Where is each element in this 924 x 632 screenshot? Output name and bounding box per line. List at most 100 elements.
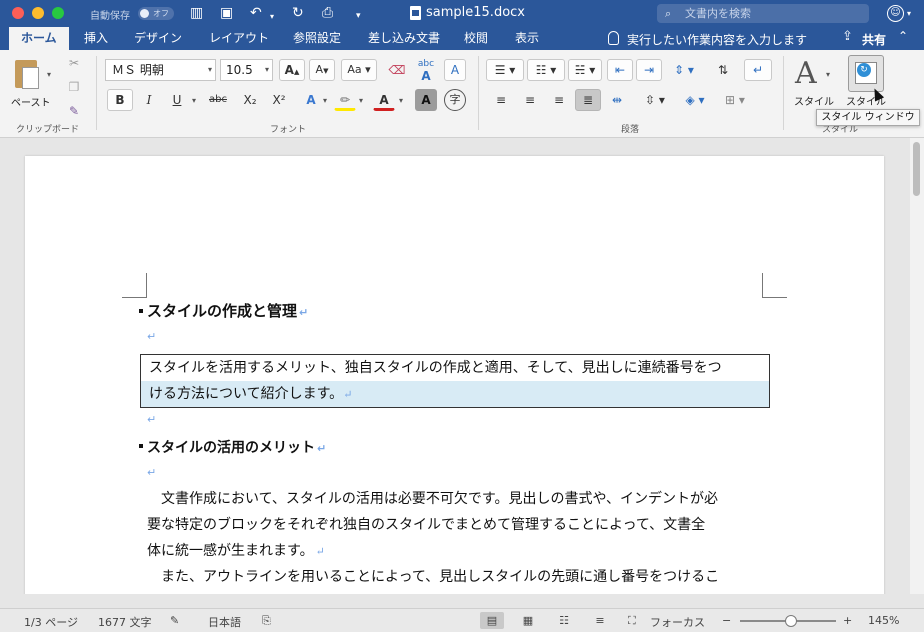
zoom-window-button[interactable] — [52, 7, 64, 19]
styles-button-label[interactable]: スタイル — [794, 93, 834, 108]
language-indicator[interactable]: 日本語 — [208, 614, 241, 630]
subscript-button[interactable]: X₂ — [237, 89, 263, 111]
save-icon[interactable]: ▣ — [220, 5, 233, 21]
underline-dropdown-icon[interactable]: ▾ — [192, 96, 196, 105]
selected-paragraph[interactable]: スタイルを活用するメリット、独自スタイルの作成と適用、そして、見出しに連続番号を… — [140, 354, 770, 408]
font-size-dropdown[interactable]: 10.5 ▾ — [220, 59, 273, 81]
strikethrough-button[interactable]: abc — [203, 89, 233, 111]
focus-mode-button[interactable]: フォーカス — [650, 614, 705, 630]
borders-icon[interactable]: ⊞ ▾ — [717, 89, 753, 111]
numbering-icon[interactable]: ☷ ▾ — [527, 59, 565, 81]
character-shading-icon[interactable]: A — [415, 89, 437, 111]
page-count[interactable]: 1/3 ページ — [24, 614, 78, 630]
text-effects-icon[interactable]: A — [300, 89, 322, 111]
align-left-icon[interactable]: ≡ — [488, 89, 514, 111]
tab-references[interactable]: 参照設定 — [293, 31, 341, 46]
tab-layout[interactable]: レイアウト — [209, 31, 269, 46]
feedback-smiley-icon[interactable]: ☺ — [887, 5, 904, 22]
align-right-icon[interactable]: ≡ — [546, 89, 572, 111]
paste-button-label[interactable]: ペースト — [11, 94, 51, 109]
grow-font-button[interactable]: A▲ — [279, 59, 305, 81]
align-center-icon[interactable]: ≡ — [517, 89, 543, 111]
document-page[interactable]: スタイルの作成と管理 ↵ ↵ スタイルを活用するメリット、独自スタイルの作成と適用… — [25, 156, 884, 594]
enclose-characters-button[interactable]: 字 — [444, 89, 466, 111]
print-layout-icon[interactable]: ▤ — [480, 612, 504, 629]
phonetic-guide-button[interactable]: abc A — [413, 57, 439, 82]
clear-formatting-icon[interactable]: ⌫ — [384, 59, 410, 81]
underline-button[interactable]: U — [165, 89, 189, 111]
minimize-window-button[interactable] — [32, 7, 44, 19]
character-border-button[interactable]: A — [444, 59, 466, 81]
search-input[interactable]: ⌕ 文書内を検索 — [657, 4, 869, 23]
copy-icon[interactable]: ❐ — [64, 76, 84, 98]
tab-home[interactable]: ホーム — [9, 27, 69, 50]
print-icon[interactable]: ⎙ — [322, 5, 333, 21]
scrollbar-thumb[interactable] — [913, 142, 920, 196]
tab-design[interactable]: デザイン — [134, 31, 182, 46]
tell-me-input[interactable]: 実行したい作業内容を入力します — [627, 31, 807, 48]
multilevel-list-icon[interactable]: ☵ ▾ — [568, 59, 602, 81]
bold-button[interactable]: B — [107, 89, 133, 111]
increase-indent-icon[interactable]: ⇥ — [636, 59, 662, 81]
highlight-dropdown-icon[interactable]: ▾ — [359, 96, 363, 105]
undo-dropdown-icon[interactable]: ▾ — [270, 9, 274, 25]
heading-2[interactable]: スタイルの活用のメリット ↵ — [147, 437, 326, 457]
font-color-icon[interactable]: A — [373, 89, 395, 111]
share-icon[interactable]: ⇪ — [842, 29, 853, 44]
proofing-icon[interactable]: ✎ — [170, 614, 179, 627]
styles-gallery-icon[interactable]: A — [795, 56, 817, 91]
outline-view-icon[interactable]: ☷ — [552, 612, 576, 629]
justify-icon[interactable]: ≣ — [575, 89, 601, 111]
change-case-button[interactable]: Aa ▾ — [341, 59, 377, 81]
zoom-level[interactable]: 145% — [868, 614, 899, 627]
superscript-button[interactable]: X² — [266, 89, 292, 111]
paste-sheet-icon[interactable] — [22, 67, 39, 89]
show-formatting-marks-icon[interactable]: ↵ — [744, 59, 772, 81]
styles-dropdown-icon[interactable]: ▾ — [826, 70, 830, 79]
tab-mailings[interactable]: 差し込み文書 — [368, 31, 440, 46]
distributed-icon[interactable]: ⇹ — [604, 89, 630, 111]
decrease-indent-icon[interactable]: ⇤ — [607, 59, 633, 81]
font-name-dropdown[interactable]: ＭＳ 明朝 ▾ — [105, 59, 216, 81]
italic-button[interactable]: I — [136, 89, 162, 111]
paste-dropdown-icon[interactable]: ▾ — [47, 70, 51, 79]
body-line[interactable]: また、アウトラインを用いることによって、見出しスタイルの先頭に通し番号をつけるこ — [147, 567, 772, 587]
word-count[interactable]: 1677 文字 — [98, 614, 152, 630]
font-color-dropdown-icon[interactable]: ▾ — [399, 96, 403, 105]
redo-icon[interactable]: ↻ — [292, 5, 304, 21]
line-spacing-icon[interactable]: ⇳ ▾ — [638, 89, 672, 111]
tab-insert[interactable]: 挿入 — [84, 31, 108, 46]
body-line[interactable]: 文書作成において、スタイルの活用は必要不可欠です。見出しの書式や、インデントが必 — [147, 489, 772, 509]
zoom-slider-handle[interactable] — [785, 615, 797, 627]
body-line[interactable]: 体に統一感が生まれます。 ↵ — [147, 541, 772, 562]
track-changes-icon[interactable]: ⎘ — [262, 614, 271, 628]
close-window-button[interactable] — [12, 7, 24, 19]
focus-icon[interactable]: ⛶ — [628, 614, 636, 628]
shading-icon[interactable]: ◈ ▾ — [678, 89, 712, 111]
web-layout-icon[interactable]: ▦ — [516, 612, 540, 629]
customize-toolbar-icon[interactable]: ▾ — [356, 8, 361, 24]
draft-view-icon[interactable]: ≡ — [588, 612, 612, 629]
zoom-in-button[interactable]: + — [843, 614, 852, 627]
share-button[interactable]: 共有 — [862, 31, 886, 48]
tab-view[interactable]: 表示 — [515, 31, 539, 46]
bullets-icon[interactable]: ☰ ▾ — [486, 59, 524, 81]
vertical-scrollbar[interactable] — [910, 138, 924, 594]
zoom-out-button[interactable]: − — [722, 614, 731, 627]
highlight-icon[interactable]: ✏ — [334, 89, 356, 111]
collapse-ribbon-icon[interactable]: ⌃ — [898, 29, 908, 43]
autosave-toggle[interactable]: オフ — [138, 7, 174, 20]
heading-1[interactable]: スタイルの作成と管理 ↵ — [147, 300, 308, 321]
text-direction-icon[interactable]: ⇕ ▾ — [668, 59, 700, 81]
undo-icon[interactable]: ↶ — [250, 5, 262, 21]
text-effects-dropdown-icon[interactable]: ▾ — [323, 96, 327, 105]
feedback-dropdown-icon[interactable]: ▾ — [907, 9, 911, 18]
cut-icon[interactable]: ✂ — [64, 52, 84, 74]
sort-icon[interactable]: ⇅ — [709, 59, 737, 81]
format-painter-icon[interactable]: ✎ — [64, 100, 84, 122]
body-line[interactable]: 要な特定のブロックをそれぞれ独自のスタイルでまとめて管理することによって、文書全 — [147, 515, 772, 535]
tab-review[interactable]: 校閲 — [464, 31, 488, 46]
document-canvas[interactable]: スタイルの作成と管理 ↵ ↵ スタイルを活用するメリット、独自スタイルの作成と適用… — [0, 138, 910, 594]
shrink-font-button[interactable]: A▼ — [309, 59, 335, 81]
sidebar-toggle-icon[interactable]: ▥ — [190, 5, 203, 21]
